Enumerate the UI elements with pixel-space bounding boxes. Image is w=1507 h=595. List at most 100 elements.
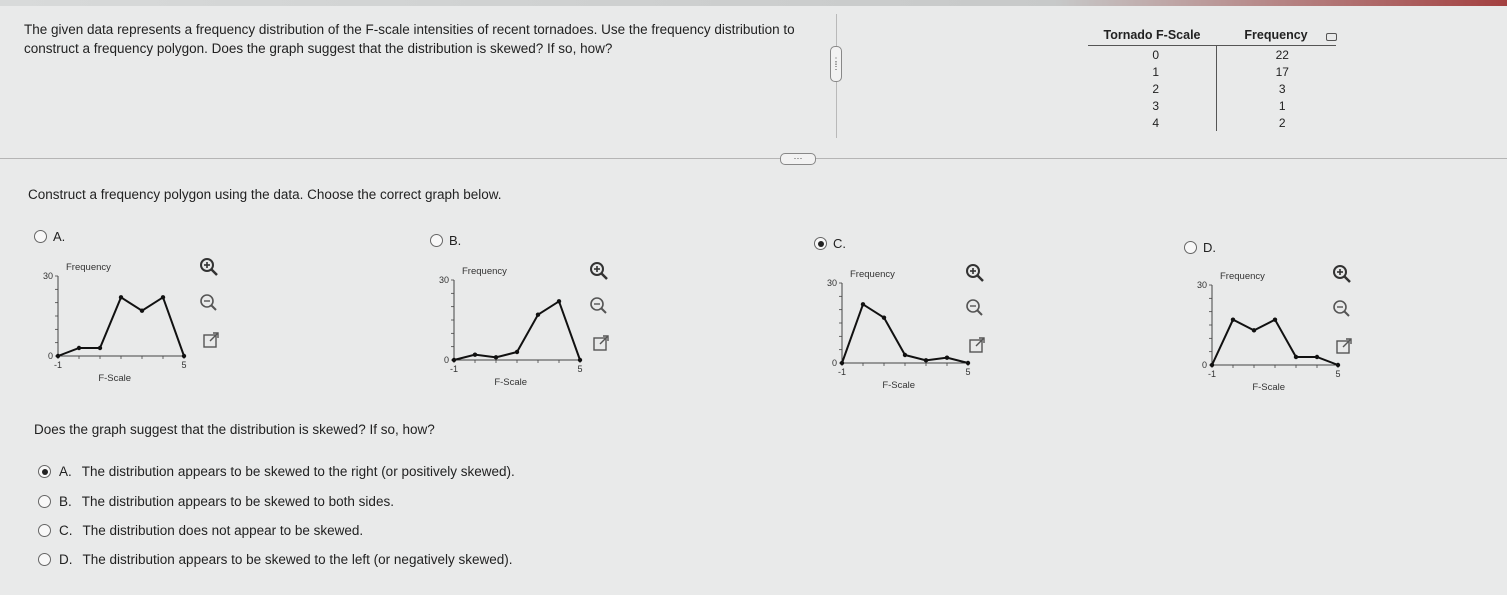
table-cell: 3 <box>1278 81 1286 96</box>
x-tick-label: 5 <box>577 364 582 374</box>
table-cell: 3 <box>1088 97 1217 114</box>
y-axis-title: Frequency <box>850 269 895 280</box>
y-axis-title: Frequency <box>462 266 507 277</box>
graph-option-b: 0 30 -1 5 Frequency F-Scale <box>424 256 594 401</box>
open-external-icon[interactable] <box>200 329 222 351</box>
question-text: The given data represents a frequency di… <box>24 22 795 56</box>
zoom-in-icon[interactable] <box>964 262 986 284</box>
x-tick-label: 5 <box>1335 369 1340 379</box>
radio-option-b[interactable] <box>430 234 443 247</box>
graph-option-c: 0 30 -1 5 Frequency F-Scale <box>812 259 982 404</box>
data-point <box>1314 354 1320 360</box>
radio-option-a[interactable] <box>34 230 47 243</box>
answer-option-b[interactable]: B. The distribution appears to be skewed… <box>38 494 394 509</box>
x-axis-title: F-Scale <box>98 373 131 384</box>
part1-instruction: Construct a frequency polygon using the … <box>28 187 502 202</box>
data-point <box>55 353 61 359</box>
open-external-icon[interactable] <box>966 334 988 356</box>
graph-option-a: 0 30 -1 5 Frequency F-Scale <box>28 252 198 397</box>
data-point <box>965 360 971 366</box>
data-point <box>118 295 124 300</box>
x-tick-label: -1 <box>450 364 458 374</box>
answer-option-a[interactable]: A. The distribution appears to be skewed… <box>38 464 515 479</box>
top-bar <box>0 0 1507 6</box>
option-b-label: B. <box>449 233 462 248</box>
answer-a-letter: A. <box>59 464 72 479</box>
y-axis-title: Frequency <box>66 262 111 273</box>
zoom-out-icon[interactable] <box>588 295 610 317</box>
zoom-out-icon[interactable] <box>964 297 986 319</box>
option-d-label: D. <box>1203 240 1216 255</box>
zoom-out-icon[interactable] <box>198 292 220 314</box>
data-point <box>493 355 499 360</box>
y-tick-label: 0 <box>444 355 449 365</box>
data-point <box>139 308 145 313</box>
table-cell: 17 <box>1275 64 1289 79</box>
option-b[interactable]: B. <box>430 233 461 248</box>
data-point <box>1335 362 1341 368</box>
data-point <box>944 355 950 360</box>
data-point <box>160 295 166 300</box>
vertical-resize-handle[interactable]: ⋮ ⋮ <box>830 46 842 82</box>
answer-option-c[interactable]: C. The distribution does not appear to b… <box>38 523 363 538</box>
data-point <box>472 352 478 357</box>
open-external-icon[interactable] <box>590 332 612 354</box>
zoom-out-icon[interactable] <box>1331 298 1353 320</box>
radio-answer-a[interactable] <box>38 465 51 478</box>
x-tick-label: 5 <box>181 360 186 370</box>
copy-table-icon[interactable] <box>1326 33 1337 41</box>
answer-d-letter: D. <box>59 552 73 567</box>
data-point <box>1230 317 1236 322</box>
table-cell: 4 <box>1088 114 1217 131</box>
chart-svg: 0 30 -1 5 Frequency F-Scale <box>1197 271 1341 393</box>
option-d[interactable]: D. <box>1184 240 1216 255</box>
answer-c-text: The distribution does not appear to be s… <box>82 523 364 538</box>
answer-a-text: The distribution appears to be skewed to… <box>81 464 515 479</box>
table-cell: 1 <box>1088 63 1217 80</box>
radio-answer-d[interactable] <box>38 553 51 566</box>
part2-question: Does the graph suggest that the distribu… <box>34 422 435 437</box>
y-tick-label: 30 <box>827 278 837 288</box>
table-row: 1 17 <box>1088 63 1336 80</box>
zoom-in-icon[interactable] <box>588 260 610 282</box>
option-a-label: A. <box>53 229 66 244</box>
data-point <box>1209 362 1215 368</box>
table-row: 23 <box>1088 80 1336 97</box>
option-c-label: C. <box>833 236 846 251</box>
x-tick-label: -1 <box>54 360 62 370</box>
zoom-in-icon[interactable] <box>1331 263 1353 285</box>
answer-c-letter: C. <box>59 523 73 538</box>
y-tick-label: 0 <box>1202 360 1207 370</box>
table-row: 42 <box>1088 114 1336 131</box>
data-point <box>1293 354 1299 360</box>
option-a[interactable]: A. <box>34 229 65 244</box>
x-tick-label: -1 <box>1208 369 1216 379</box>
data-point <box>860 302 866 307</box>
y-tick-label: 0 <box>48 351 53 361</box>
table-cell: 2 <box>1278 115 1286 130</box>
series-line <box>57 295 185 357</box>
radio-answer-b[interactable] <box>38 495 51 508</box>
answer-d-text: The distribution appears to be skewed to… <box>82 552 513 567</box>
option-c[interactable]: C. <box>814 236 846 251</box>
answer-b-letter: B. <box>59 494 72 509</box>
x-axis-title: F-Scale <box>1252 382 1285 393</box>
open-external-icon[interactable] <box>1333 335 1355 357</box>
table-header-frequency: Frequency <box>1216 26 1336 46</box>
data-point <box>535 312 541 317</box>
graph-option-d: 0 30 -1 5 Frequency F-Scale <box>1182 261 1352 406</box>
table-cell: 0 <box>1088 45 1217 63</box>
radio-answer-c[interactable] <box>38 524 51 537</box>
radio-option-c[interactable] <box>814 237 827 250</box>
radio-option-d[interactable] <box>1184 241 1197 254</box>
chart-svg: 0 30 -1 5 Frequency F-Scale <box>439 266 583 388</box>
horizontal-resize-handle[interactable]: ··· <box>780 153 816 165</box>
zoom-in-icon[interactable] <box>198 256 220 278</box>
data-point <box>76 345 82 351</box>
x-tick-label: 5 <box>965 367 970 377</box>
x-axis-title: F-Scale <box>494 377 527 388</box>
data-point <box>181 353 187 359</box>
answer-option-d[interactable]: D. The distribution appears to be skewed… <box>38 552 512 567</box>
series-line <box>1211 318 1339 366</box>
data-point <box>902 352 908 358</box>
